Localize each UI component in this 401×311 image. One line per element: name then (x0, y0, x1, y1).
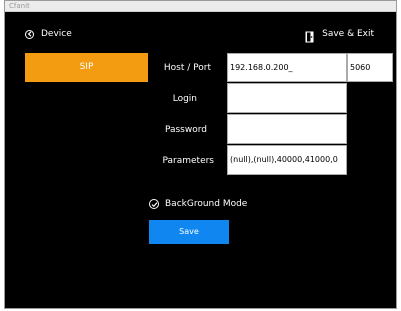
checkmark-icon (149, 199, 159, 209)
device-nav-button[interactable]: Device (25, 28, 72, 40)
back-arrow-icon (25, 29, 34, 39)
login-label: Login (172, 94, 197, 104)
device-label: Device (41, 29, 72, 39)
tab-sip[interactable]: SIP (25, 53, 148, 82)
main-content: Device Save & Exit SIP Host / Port 192.1… (5, 12, 396, 308)
save-exit-label: Save & Exit (322, 29, 374, 39)
window-title: Cfanit (9, 2, 30, 10)
host-input[interactable]: 192.168.0.200_ (227, 53, 347, 82)
save-button[interactable]: Save (149, 220, 229, 244)
login-input[interactable] (227, 83, 347, 113)
background-mode-label: BackGround Mode (165, 199, 248, 209)
app-window: Cfanit Device Save & Exit SIP Host / Por… (4, 0, 397, 309)
title-bar: Cfanit (5, 1, 396, 12)
password-label: Password (164, 125, 207, 135)
parameters-label: Parameters (162, 156, 214, 166)
password-input[interactable] (227, 114, 347, 144)
door-exit-icon (305, 28, 314, 43)
save-exit-button[interactable]: Save & Exit (305, 27, 374, 43)
parameters-input[interactable]: (null),(null),40000,41000,0 (227, 145, 347, 175)
host-port-label: Host / Port (163, 63, 211, 73)
background-mode-checkbox[interactable]: BackGround Mode (149, 198, 247, 210)
port-input[interactable]: 5060 (347, 53, 393, 82)
